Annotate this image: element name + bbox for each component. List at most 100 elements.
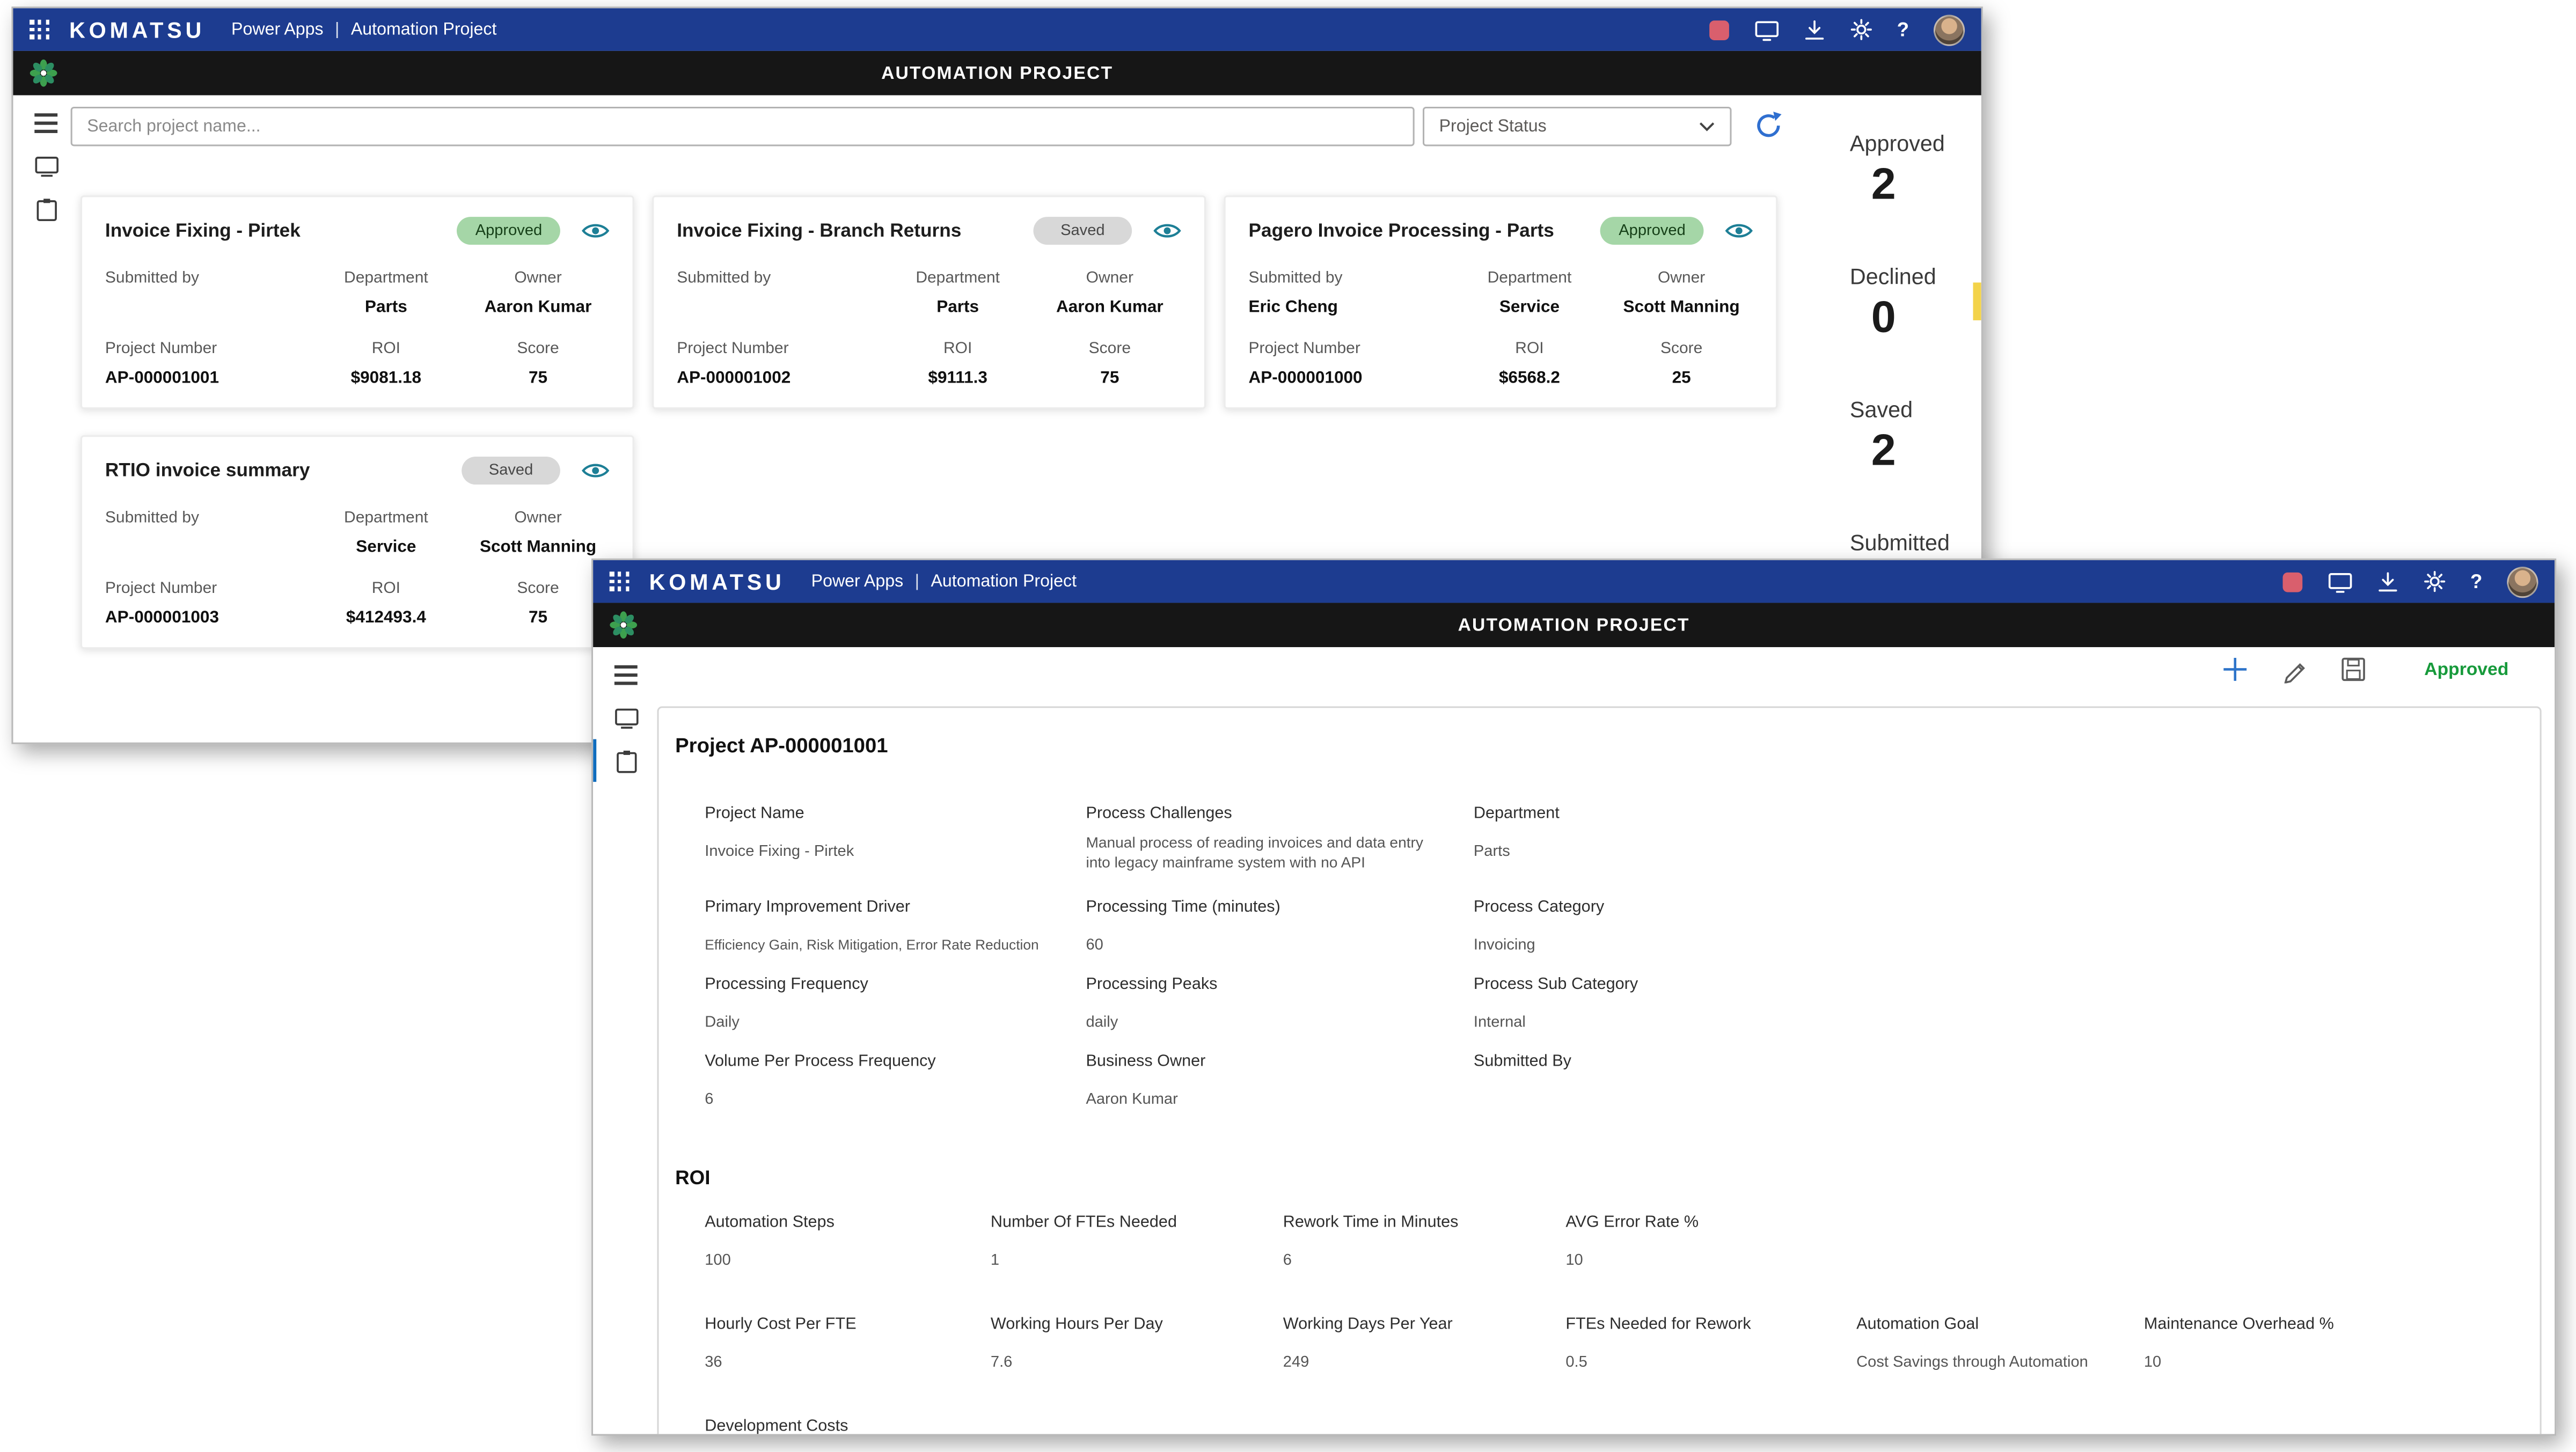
field-label: ROI	[305, 580, 466, 598]
nav-hamburger-button[interactable]	[593, 654, 655, 696]
app-badge-icon[interactable]	[1708, 19, 1730, 40]
roi-section-row2: Hourly Cost Per FTE 36 Working Hours Per…	[705, 1316, 2517, 1393]
breadcrumb-app[interactable]: Power Apps	[231, 20, 324, 40]
gallery-icon	[34, 155, 58, 177]
nav-hamburger-button[interactable]	[13, 102, 75, 145]
form-field[interactable]: Working Hours Per Day 7.6	[991, 1316, 1283, 1393]
form-field[interactable]: Process Challenges Manual process of rea…	[1086, 805, 1473, 898]
field-label: Submitted by	[677, 269, 877, 288]
field-label: Automation Steps	[705, 1214, 991, 1232]
field-label: AVG Error Rate %	[1565, 1214, 1856, 1232]
office-titlebar: KOMATSU Power Apps | Automation Project …	[593, 560, 2555, 603]
view-details-eye-icon[interactable]	[582, 222, 610, 240]
field-label: Business Owner	[1086, 1053, 1473, 1071]
waffle-menu-icon[interactable]	[610, 571, 630, 591]
help-icon[interactable]: ?	[1897, 18, 1909, 41]
form-field[interactable]: Volume Per Process Frequency 6	[705, 1053, 1086, 1130]
field-value: Parts	[877, 299, 1038, 319]
field-value: 10	[2144, 1353, 2517, 1372]
project-card[interactable]: Pagero Invoice Processing - Parts Approv…	[1224, 195, 1778, 409]
project-card[interactable]: Invoice Fixing - Branch Returns Saved Su…	[652, 195, 1206, 409]
search-input[interactable]	[71, 107, 1415, 146]
project-card[interactable]: Invoice Fixing - Pirtek Approved Submitt…	[80, 195, 634, 409]
field-label: Volume Per Process Frequency	[705, 1053, 1086, 1071]
form-field[interactable]: Department Parts	[1474, 805, 2517, 898]
download-icon[interactable]	[1803, 19, 1825, 40]
form-field[interactable]: Processing Peaks daily	[1086, 976, 1473, 1053]
pencil-icon	[2281, 656, 2308, 683]
view-details-eye-icon[interactable]	[1153, 222, 1181, 240]
field-value: 0.5	[1565, 1353, 1856, 1372]
field-value	[677, 299, 877, 319]
form-field[interactable]: Rework Time in Minutes 6	[1283, 1214, 1566, 1291]
field-value: daily	[1086, 1014, 1473, 1032]
nav-form-button[interactable]	[13, 187, 75, 230]
save-button[interactable]	[2340, 657, 2365, 681]
nav-gallery-button[interactable]	[593, 696, 655, 739]
form-field[interactable]: Working Days Per Year 249	[1283, 1316, 1566, 1393]
save-floppy-icon	[2340, 657, 2365, 681]
komatsu-logo: KOMATSU	[649, 569, 785, 594]
monitor-icon[interactable]	[1754, 19, 1779, 40]
field-value: 75	[466, 370, 609, 390]
form-field[interactable]: Development Costs 0	[705, 1418, 991, 1434]
field-label: Project Number	[1249, 340, 1449, 358]
form-field[interactable]: Maintenance Overhead % 10	[2144, 1316, 2517, 1393]
form-field[interactable]: Automation Steps 100	[705, 1214, 991, 1291]
form-field[interactable]: Hourly Cost Per FTE 36	[705, 1316, 991, 1393]
form-toolbar: Approved	[2221, 655, 2509, 683]
user-avatar[interactable]	[1934, 14, 1965, 45]
status-badge: Saved	[462, 457, 560, 485]
gallery-icon	[613, 707, 638, 729]
refresh-button[interactable]	[1753, 110, 1785, 143]
project-status-dropdown-label: Project Status	[1439, 116, 1547, 136]
field-label: Submitted by	[105, 509, 305, 527]
view-details-eye-icon[interactable]	[582, 461, 610, 480]
settings-gear-icon[interactable]	[2423, 570, 2446, 593]
form-field[interactable]: Submitted By	[1474, 1053, 2517, 1130]
field-value: 36	[705, 1353, 991, 1372]
field-value: 10	[1565, 1252, 1856, 1270]
form-field[interactable]: Primary Improvement Driver Efficiency Ga…	[705, 898, 1086, 976]
field-value: Invoice Fixing - Pirtek	[705, 842, 1086, 861]
form-field[interactable]: Process Category Invoicing	[1474, 898, 2517, 976]
edit-button[interactable]	[2281, 656, 2308, 683]
form-field[interactable]: Number Of FTEs Needed 1	[991, 1214, 1283, 1291]
app-title: AUTOMATION PROJECT	[881, 63, 1113, 83]
user-avatar[interactable]	[2507, 566, 2538, 597]
field-label: Rework Time in Minutes	[1283, 1214, 1566, 1232]
field-value: 6	[705, 1091, 1086, 1109]
form-field[interactable]: Processing Frequency Daily	[705, 976, 1086, 1053]
form-field[interactable]: Process Sub Category Internal	[1474, 976, 2517, 1053]
project-status-dropdown[interactable]: Project Status	[1423, 107, 1732, 146]
app-badge-icon[interactable]	[2281, 571, 2303, 592]
breadcrumb: Power Apps | Automation Project	[811, 571, 1077, 591]
download-icon[interactable]	[2377, 571, 2398, 592]
field-label: Project Number	[105, 340, 305, 358]
field-value: 1	[991, 1252, 1283, 1270]
app-logo-icon	[610, 611, 638, 639]
field-value: Aaron Kumar	[1038, 299, 1181, 319]
new-record-button[interactable]	[2221, 655, 2249, 683]
project-detail-window: KOMATSU Power Apps | Automation Project …	[591, 559, 2556, 1436]
field-label: Submitted by	[105, 269, 305, 288]
monitor-icon[interactable]	[2328, 571, 2352, 592]
form-field[interactable]: Business Owner Aaron Kumar	[1086, 1053, 1473, 1130]
form-field[interactable]: Project Name Invoice Fixing - Pirtek	[705, 805, 1086, 898]
settings-gear-icon[interactable]	[1849, 18, 1872, 41]
project-info-section: Project Name Invoice Fixing - Pirtek Pro…	[705, 805, 2517, 1130]
form-field[interactable]: Automation Goal Cost Savings through Aut…	[1856, 1316, 2144, 1393]
nav-form-button[interactable]	[593, 739, 655, 782]
help-icon[interactable]: ?	[2470, 570, 2482, 593]
field-value: $9111.3	[877, 370, 1038, 390]
waffle-menu-icon[interactable]	[30, 19, 49, 39]
form-field[interactable]: Processing Time (minutes) 60	[1086, 898, 1473, 976]
view-details-eye-icon[interactable]	[1725, 222, 1753, 240]
nav-gallery-button[interactable]	[13, 144, 75, 187]
form-field[interactable]: AVG Error Rate % 10	[1565, 1214, 1856, 1291]
app-header-bar: AUTOMATION PROJECT	[13, 51, 1981, 96]
project-card[interactable]: RTIO invoice summary Saved Submitted by …	[80, 435, 634, 649]
form-field[interactable]: FTEs Needed for Rework 0.5	[1565, 1316, 1856, 1393]
breadcrumb-app[interactable]: Power Apps	[811, 571, 904, 591]
roi-section-title: ROI	[675, 1166, 2517, 1189]
